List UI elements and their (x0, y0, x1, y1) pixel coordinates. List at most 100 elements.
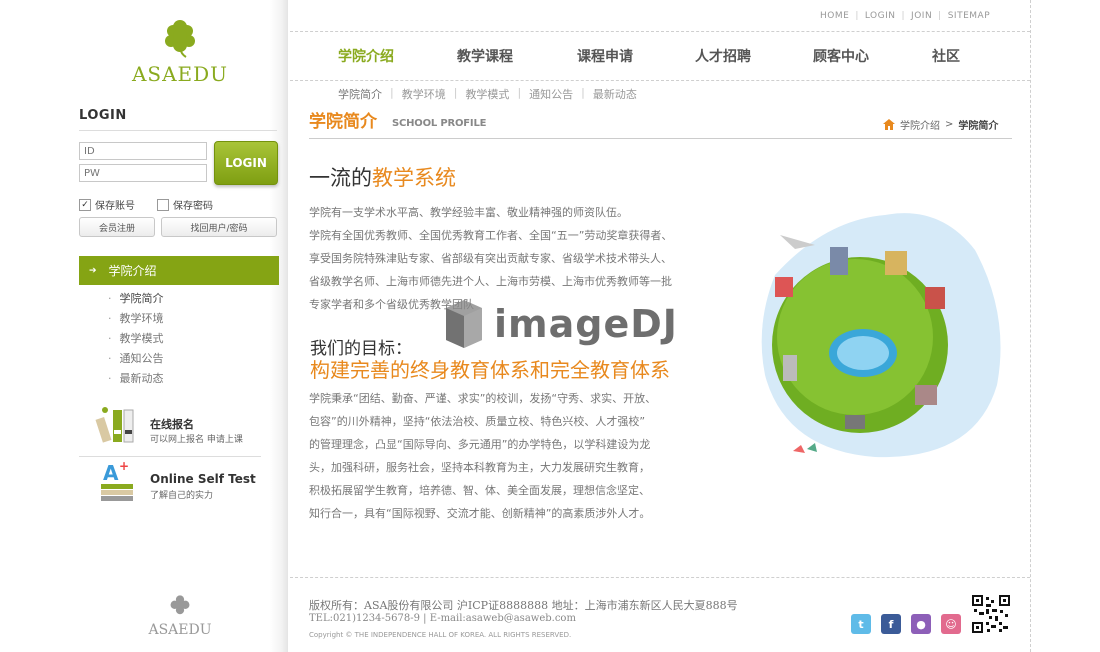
promo-title: Online Self Test (150, 472, 256, 486)
footer-legal: Copyright © THE INDEPENDENCE HALL OF KOR… (309, 631, 572, 639)
site-logo[interactable]: ASAEDU (130, 18, 230, 86)
clover-icon (170, 595, 190, 615)
page-title-en: SCHOOL PROFILE (392, 118, 487, 129)
save-account-checkbox[interactable]: ✓ 保存账号 (79, 197, 135, 212)
separator: | (901, 11, 906, 21)
facebook-icon[interactable]: f (881, 614, 901, 634)
sub-nav: 学院简介 | 教学环境 | 教学模式 | 通知公告 | 最新动态 (338, 86, 637, 102)
watermark-text: imageDJ (494, 302, 678, 346)
arrow-right-icon: ➔ (89, 265, 97, 276)
checkbox-icon (157, 198, 169, 211)
separator: | (517, 86, 522, 99)
subnav-environment[interactable]: 教学环境 (402, 86, 446, 102)
nav-courses[interactable]: 教学课程 (457, 46, 513, 66)
footer-logo-text: ASAEDU (148, 622, 212, 638)
footer-copyright: 版权所有：ASA股份有限公司 沪ICP证8888888 地址：上海市浦东新区人民… (309, 599, 738, 612)
register-button[interactable]: 会员注册 (79, 217, 155, 237)
save-account-label: 保存账号 (95, 201, 135, 212)
separator: | (938, 11, 942, 21)
footer-contact: TEL:021)1234-5678-9 | E-mail:asaweb@asaw… (309, 613, 576, 624)
login-button[interactable]: LOGIN (214, 141, 278, 185)
separator: | (390, 86, 394, 99)
books-icon (95, 407, 134, 443)
home-icon[interactable] (883, 119, 895, 130)
text-line: 省级教学名师、上海市师德先进个人、上海市劳模、上海市优秀教师等一批 (309, 275, 672, 288)
id-input[interactable] (79, 142, 207, 160)
divider (79, 130, 277, 131)
separator: | (855, 11, 859, 21)
heading-highlight: 教学系统 (372, 166, 456, 190)
divider (79, 456, 261, 457)
nav-about[interactable]: 学院介绍 (338, 46, 394, 66)
main-nav: 学院介绍 教学课程 课程申请 人才招聘 顾客中心 社区 (290, 40, 1030, 70)
text-line: 学院秉承“团结、勤奋、严谨、求实”的校训，发扬“守秀、求实、开放、 (309, 392, 657, 405)
password-input[interactable] (79, 164, 207, 182)
logo-text: ASAEDU (131, 62, 229, 86)
grade-a-plus-icon: A + (101, 460, 133, 501)
text-line: 包容”的川外精神，坚持“依法治校、质量立校、特色兴校、人才强校” (309, 415, 646, 428)
divider (1030, 0, 1031, 652)
recover-account-button[interactable]: 找回用户/密码 (161, 217, 277, 237)
promo-subtitle: 可以网上报名 申请上课 (150, 435, 243, 445)
text-line: 头，加强科研，服务社会，坚持本科教育为主，大力发展研究生教育， (309, 461, 650, 474)
side-menu-item[interactable]: 教学环境 (108, 311, 164, 331)
goal-text: 构建完善的终身教育体系和完全教育体系 (310, 358, 670, 382)
campus-globe-illustration (761, 213, 1001, 458)
online-apply-banner[interactable]: 在线报名 可以网上报名 申请上课 (79, 404, 263, 454)
text-line: 的管理理念，凸显“国际导向、多元通用”的办学特色，以学科建设为龙 (309, 438, 651, 451)
side-menu-item[interactable]: 通知公告 (108, 351, 164, 371)
text-line: 积极拓展留学生教育，培养德、智、体、美全面发展，理想信念坚定、 (309, 484, 650, 497)
nav-community[interactable]: 社区 (932, 46, 960, 66)
side-menu-header[interactable]: ➔ 学院介绍 (79, 256, 279, 285)
clover-icon (165, 20, 195, 58)
cube-logo-icon (446, 300, 482, 348)
side-menu-list: 学院简介 教学环境 教学模式 通知公告 最新动态 (108, 291, 164, 391)
divider (290, 31, 1030, 32)
side-menu-item[interactable]: 教学模式 (108, 331, 164, 351)
side-menu-item[interactable]: 学院简介 (108, 291, 164, 311)
mission-paragraph: 学院秉承“团结、勤奋、严谨、求实”的校训，发扬“守秀、求实、开放、 包容”的川外… (309, 387, 729, 525)
separator: | (453, 86, 458, 99)
login-link[interactable]: LOGIN (865, 11, 896, 21)
divider (309, 138, 1012, 139)
breadcrumb-current: 学院简介 (958, 121, 999, 132)
subnav-profile[interactable]: 学院简介 (338, 86, 382, 102)
join-link[interactable]: JOIN (911, 11, 932, 21)
text-line: 学院有全国优秀教师、全国优秀教育工作者、全国“五一”劳动奖章获得者、 (309, 229, 673, 242)
text-line: 知行合一，具有“国际视野、交流才能、创新精神”的高素质涉外人才。 (309, 507, 651, 520)
content-heading: 一流的教学系统 (309, 162, 456, 192)
checkbox-checked-icon: ✓ (79, 198, 91, 211)
subnav-mode[interactable]: 教学模式 (465, 86, 509, 102)
breadcrumb-separator: > (945, 119, 954, 130)
text-line: 学院有一支学术水平高、教学经验丰富、敬业精神强的师资队伍。 (309, 206, 628, 219)
promo-title: 在线报名 (150, 418, 194, 431)
blog-icon[interactable]: ● (911, 614, 931, 634)
watermark: imageDJ (442, 298, 678, 350)
heading-plain: 一流的 (309, 166, 372, 190)
utility-links: HOME | LOGIN | JOIN | SITEMAP (820, 11, 990, 21)
footer-logo: ASAEDU (145, 594, 215, 638)
subnav-notice[interactable]: 通知公告 (529, 86, 573, 102)
cyworld-icon[interactable]: ☺ (941, 614, 961, 634)
divider (290, 80, 1030, 81)
separator: | (581, 86, 585, 99)
text-line: 享受国务院特殊津贴专家、省部级有突出贡献专家、省级学术技术带头人、 (309, 252, 672, 265)
promo-subtitle: 了解自己的实力 (150, 491, 214, 501)
sitemap-link[interactable]: SITEMAP (948, 11, 990, 21)
home-link[interactable]: HOME (820, 11, 849, 21)
breadcrumb-parent[interactable]: 学院介绍 (900, 117, 940, 132)
nav-customer[interactable]: 顾客中心 (813, 46, 869, 66)
nav-careers[interactable]: 人才招聘 (695, 46, 751, 66)
save-password-checkbox[interactable]: 保存密码 (157, 197, 213, 212)
qr-code-icon[interactable] (972, 595, 1010, 633)
save-password-label: 保存密码 (173, 201, 213, 212)
side-menu-item[interactable]: 最新动态 (108, 371, 164, 391)
subnav-news[interactable]: 最新动态 (593, 86, 637, 102)
svg-text:+: + (119, 460, 129, 473)
divider (290, 577, 1030, 578)
twitter-icon[interactable]: t (851, 614, 871, 634)
svg-text:A: A (103, 461, 119, 485)
nav-apply[interactable]: 课程申请 (577, 46, 633, 66)
login-title: LOGIN (79, 108, 127, 123)
online-self-test-banner[interactable]: A + Online Self Test 了解自己的实力 (79, 460, 263, 510)
